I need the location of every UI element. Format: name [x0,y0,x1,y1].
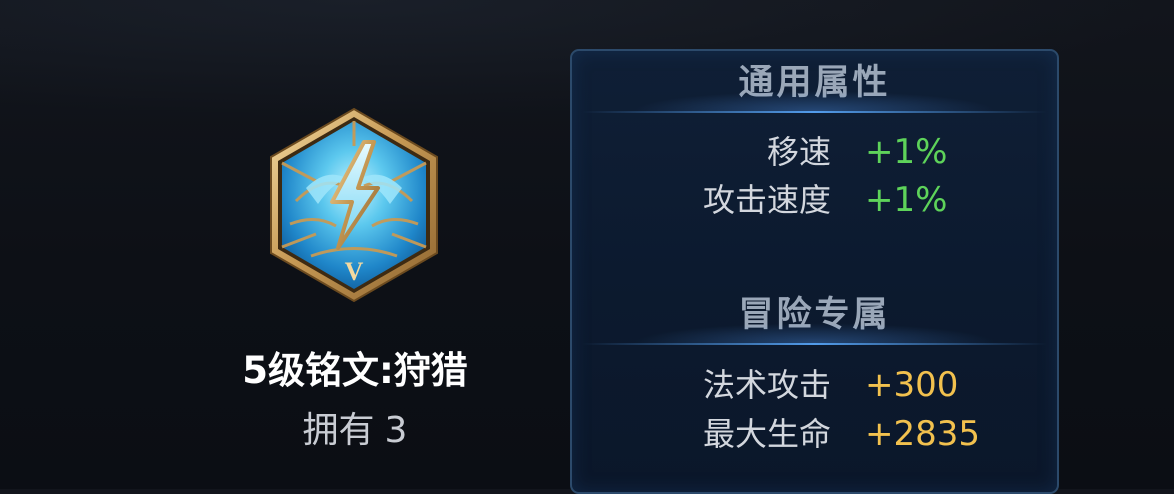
stat-label: 攻击速度 [702,181,831,219]
stat-row-attack-speed: 攻击速度 +1% [572,178,1057,222]
rune-title: 5级铭文:狩猎 [242,349,468,392]
header-divider [582,111,1047,113]
stat-value: +1% [865,180,948,220]
stat-label: 最大生命 [702,415,831,453]
rune-owned: 拥有 3 [215,401,495,453]
tier-mark: V [345,257,364,286]
stat-row-magic-attack: 法术攻击 +300 [572,363,1057,407]
header-haze [632,323,997,343]
stat-value: +2835 [865,414,981,454]
stat-row-move-speed: 移速 +1% [572,130,1057,174]
adventure-attributes-header: 冒险专属 [572,285,1057,345]
owned-label: 拥有 [302,410,375,451]
header-divider [582,343,1047,345]
stat-label: 移速 [766,133,831,171]
lightning-rune-icon: V [266,106,442,304]
stats-panel: 通用属性 移速 +1% 攻击速度 +1% 冒险专属 法术攻击 +300 最大生命… [570,49,1059,494]
stat-value: +1% [865,132,948,172]
stat-label: 法术攻击 [702,366,831,404]
owned-count: 3 [384,410,408,451]
stat-row-max-hp: 最大生命 +2835 [572,412,1057,456]
header-haze [632,91,997,111]
general-attributes-header: 通用属性 [572,53,1057,113]
stat-value: +300 [865,365,959,405]
